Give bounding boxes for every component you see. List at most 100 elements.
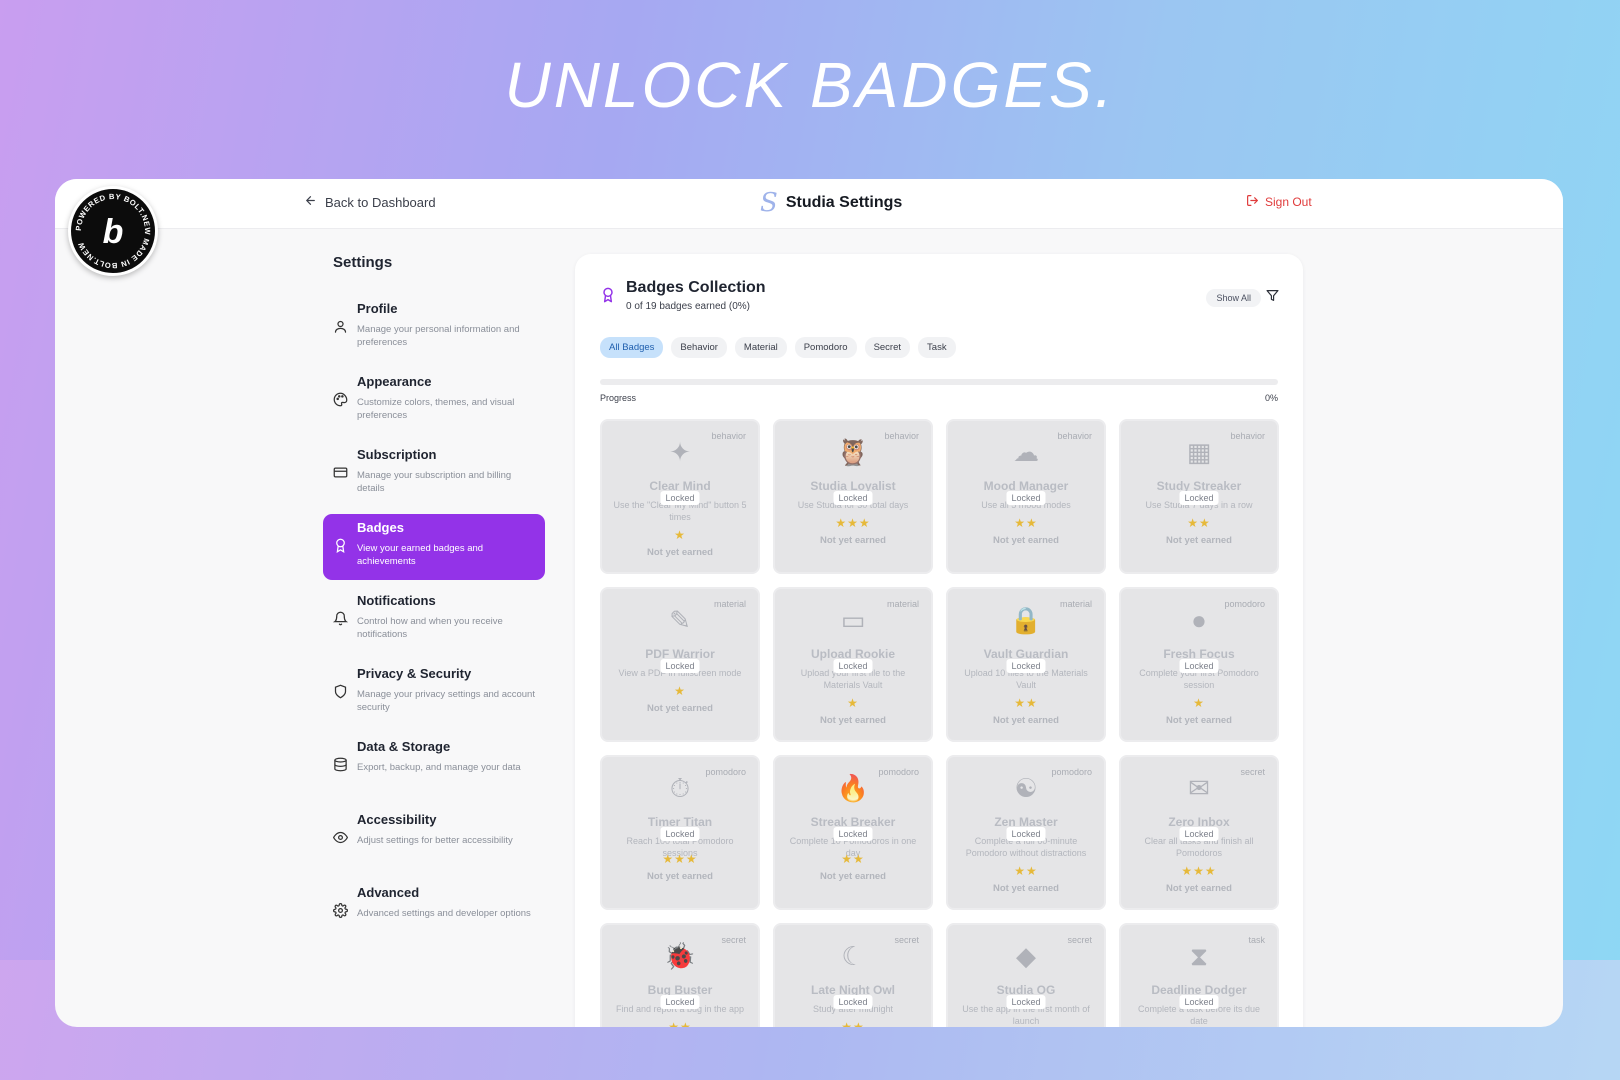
sidebar-item-description: Manage your privacy settings and account… bbox=[357, 689, 535, 713]
badge-stars: ★ bbox=[674, 684, 686, 698]
chip-task[interactable]: Task bbox=[918, 337, 956, 358]
progress-bar bbox=[600, 379, 1278, 385]
show-all-button[interactable]: Show All bbox=[1206, 289, 1261, 307]
locked-label: Locked bbox=[833, 827, 873, 841]
badge-card[interactable]: material ▭ Upload Rookie Upload your first … bbox=[773, 587, 933, 742]
brain-icon: ☁ bbox=[1013, 437, 1039, 467]
badge-card[interactable]: behavior ✦ Clear Mind Use the "Clear My Min… bbox=[600, 419, 760, 574]
sign-out-label: Sign Out bbox=[1265, 195, 1312, 209]
sidebar-item-description: Customize colors, themes, and visual pre… bbox=[357, 397, 515, 421]
sign-out-button[interactable]: Sign Out bbox=[1246, 194, 1312, 210]
locked-label: Locked bbox=[660, 827, 700, 841]
pencil-icon: ✎ bbox=[669, 605, 691, 635]
sidebar-item-data-storage[interactable]: Data & Storage Export, backup, and manage… bbox=[323, 733, 545, 799]
sidebar-item-label: Profile bbox=[357, 301, 398, 316]
shield-icon bbox=[331, 682, 349, 700]
powered-by-bolt-badge[interactable]: POWERED BY BOLT.NEW MADE IN BOLT.NEW b bbox=[68, 186, 158, 276]
badge-status: Not yet earned bbox=[647, 547, 713, 558]
locked-label: Locked bbox=[1179, 659, 1219, 673]
locked-label: Locked bbox=[660, 995, 700, 1009]
badge-card[interactable]: material 🔒 Vault Guardian Upload 10 files t… bbox=[946, 587, 1106, 742]
badge-stars: ★★★ bbox=[835, 516, 871, 530]
sidebar-item-description: Manage your personal information and pre… bbox=[357, 324, 520, 348]
chip-material[interactable]: Material bbox=[734, 337, 787, 358]
badge-card[interactable]: secret ☾ Late Night Owl Study after midnigh… bbox=[773, 923, 933, 1027]
sidebar-item-privacy-security[interactable]: Privacy & Security Manage your privacy se… bbox=[323, 660, 545, 726]
sign-out-icon bbox=[1246, 194, 1259, 210]
settings-sidebar: Settings Profile Manage your personal inf… bbox=[323, 254, 545, 952]
badge-stars: ★★★ bbox=[1181, 864, 1217, 878]
badge-card[interactable]: pomodoro ● Fresh Focus Complete your first … bbox=[1119, 587, 1279, 742]
badge-stars: ★★ bbox=[1187, 516, 1211, 530]
badge-status: Not yet earned bbox=[1166, 883, 1232, 894]
badge-status: Not yet earned bbox=[820, 535, 886, 546]
sparkle-icon: ✦ bbox=[669, 437, 691, 467]
badge-card[interactable]: secret ✉ Zero Inbox Clear all tasks and fin… bbox=[1119, 755, 1279, 910]
chip-secret[interactable]: Secret bbox=[864, 337, 911, 358]
badge-stars: ★★ bbox=[841, 852, 865, 866]
sidebar-item-accessibility[interactable]: Accessibility Adjust settings for better … bbox=[323, 806, 545, 872]
chip-behavior[interactable]: Behavior bbox=[671, 337, 727, 358]
sidebar-item-profile[interactable]: Profile Manage your personal information … bbox=[323, 295, 545, 361]
sidebar-item-description: View your earned badges and achievements bbox=[357, 543, 484, 567]
sidebar-item-label: Privacy & Security bbox=[357, 666, 472, 681]
badge-card[interactable]: material ✎ PDF Warrior View a PDF in fullsc… bbox=[600, 587, 760, 742]
flame-icon: 🔥 bbox=[836, 773, 870, 803]
locked-label: Locked bbox=[833, 491, 873, 505]
sidebar-item-label: Subscription bbox=[357, 447, 437, 462]
sidebar-item-advanced[interactable]: Advanced Advanced settings and developer … bbox=[323, 879, 545, 945]
badge-stars: ★★ bbox=[668, 1020, 692, 1027]
locked-label: Locked bbox=[1179, 491, 1219, 505]
badge-card[interactable]: task ⧗ Deadline Dodger Complete a task befo… bbox=[1119, 923, 1279, 1027]
bell-icon bbox=[331, 609, 349, 627]
badge-status: Not yet earned bbox=[993, 883, 1059, 894]
badge-status: Not yet earned bbox=[1166, 715, 1232, 726]
back-to-dashboard-link[interactable]: Back to Dashboard bbox=[304, 194, 436, 210]
badge-status: Not yet earned bbox=[820, 871, 886, 882]
badges-earned-count: 0 of 19 badges earned (0%) bbox=[626, 301, 750, 312]
badge-status: Not yet earned bbox=[820, 715, 886, 726]
eye-icon bbox=[331, 828, 349, 846]
tomato-icon: ● bbox=[1191, 605, 1207, 635]
badge-card[interactable]: secret 🐞 Bug Buster Find and report a bug i… bbox=[600, 923, 760, 1027]
headline: UNLOCK BADGES. bbox=[504, 49, 1116, 121]
brand-logo: S bbox=[760, 188, 778, 218]
badge-card[interactable]: pomodoro 🔥 Streak Breaker Complete 10 Pomod… bbox=[773, 755, 933, 910]
locked-label: Locked bbox=[1179, 995, 1219, 1009]
sidebar-title: Settings bbox=[333, 254, 393, 271]
topbar: Back to Dashboard S Studia Settings Sign… bbox=[55, 179, 1563, 229]
badge-status: Not yet earned bbox=[1166, 535, 1232, 546]
badge-card[interactable]: behavior 🦉 Studia Loyalist Use Studia for 3… bbox=[773, 419, 933, 574]
award-icon bbox=[331, 536, 349, 554]
filter-icon[interactable] bbox=[1266, 289, 1279, 307]
sidebar-item-label: Notifications bbox=[357, 593, 436, 608]
locked-label: Locked bbox=[833, 659, 873, 673]
sidebar-item-label: Data & Storage bbox=[357, 739, 451, 754]
sidebar-item-notifications[interactable]: Notifications Control how and when you re… bbox=[323, 587, 545, 653]
badge-card[interactable]: behavior ▦ Study Streaker Use Studia 7 days… bbox=[1119, 419, 1279, 574]
back-label: Back to Dashboard bbox=[325, 194, 436, 210]
hourglass-icon: ⧗ bbox=[1189, 941, 1209, 971]
database-icon bbox=[331, 755, 349, 773]
badge-card[interactable]: pomodoro ☯ Zen Master Complete a full 60-mi… bbox=[946, 755, 1106, 910]
locked-label: Locked bbox=[833, 995, 873, 1009]
badge-stars: ★★ bbox=[1014, 864, 1038, 878]
badge-stars: ★★ bbox=[1014, 516, 1038, 530]
sidebar-item-description: Export, backup, and manage your data bbox=[357, 762, 521, 773]
badge-grid: behavior ✦ Clear Mind Use the "Clear My Min… bbox=[600, 419, 1280, 1027]
badge-card[interactable]: behavior ☁ Mood Manager Use all 5 mood mode… bbox=[946, 419, 1106, 574]
badge-status: Not yet earned bbox=[993, 715, 1059, 726]
sidebar-item-label: Accessibility bbox=[357, 812, 437, 827]
calendar-icon: ▦ bbox=[1186, 437, 1212, 467]
badge-card[interactable]: secret ◆ Studia OG Use the app in the first… bbox=[946, 923, 1106, 1027]
app-window: Back to Dashboard S Studia Settings Sign… bbox=[55, 179, 1563, 1027]
sidebar-item-appearance[interactable]: Appearance Customize colors, themes, and … bbox=[323, 368, 545, 434]
palette-icon bbox=[331, 390, 349, 408]
chip-all-badges[interactable]: All Badges bbox=[600, 337, 664, 358]
sidebar-item-label: Advanced bbox=[357, 885, 420, 900]
chip-pomodoro[interactable]: Pomodoro bbox=[794, 337, 857, 358]
locked-label: Locked bbox=[1006, 827, 1046, 841]
sidebar-item-subscription[interactable]: Subscription Manage your subscription and… bbox=[323, 441, 545, 507]
sidebar-item-badges[interactable]: Badges View your earned badges and achiev… bbox=[323, 514, 545, 580]
badge-card[interactable]: pomodoro ⏱ Timer Titan Reach 100 total Pomo… bbox=[600, 755, 760, 910]
